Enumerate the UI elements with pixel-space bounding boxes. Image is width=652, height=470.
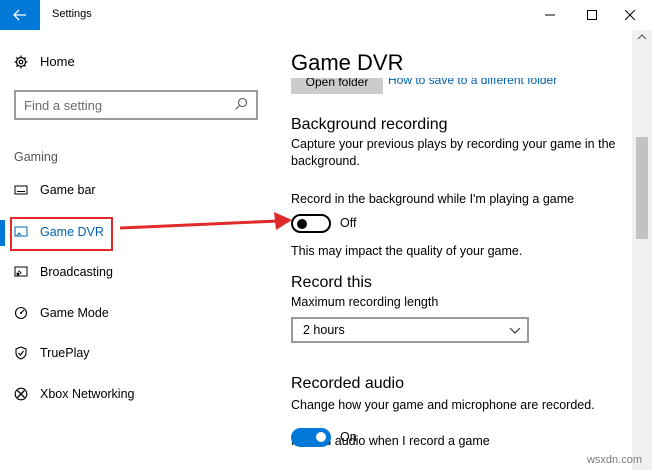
scroll-thumb[interactable]	[636, 137, 648, 239]
max-length-value: 2 hours	[303, 323, 345, 337]
sidebar-item-trueplay[interactable]: TruePlay	[14, 343, 90, 363]
game-bar-icon	[14, 183, 28, 197]
search-input[interactable]	[24, 97, 224, 113]
search-box[interactable]	[14, 90, 258, 120]
background-recording-description: Capture your previous plays by recording…	[291, 137, 616, 168]
scroll-up-icon[interactable]	[636, 32, 648, 42]
folder-row: Open folder How to save to a different f…	[291, 78, 621, 94]
window-title: Settings	[52, 8, 92, 20]
audio-recording-toggle[interactable]	[291, 428, 331, 447]
sidebar-item-label: Game bar	[40, 183, 96, 197]
broadcasting-icon	[14, 265, 28, 279]
gear-icon	[14, 55, 28, 68]
record-this-heading: Record this	[291, 274, 372, 291]
background-toggle-caption: Record in the background while I'm playi…	[291, 192, 575, 206]
background-toggle-state: Off	[340, 216, 357, 230]
sidebar-item-broadcasting[interactable]: Broadcasting	[14, 262, 113, 282]
game-mode-icon	[14, 306, 28, 320]
search-icon	[235, 97, 248, 110]
open-folder-button[interactable]: Open folder	[291, 78, 383, 94]
audio-toggle-caption: Record audio when I record a game	[291, 434, 490, 448]
sidebar-item-label: Game Mode	[40, 306, 109, 320]
trueplay-icon	[14, 346, 28, 360]
watermark: wsxdn.com	[586, 454, 642, 466]
toggle-knob	[316, 432, 326, 442]
xbox-icon	[14, 387, 28, 401]
max-length-label: Maximum recording length	[291, 295, 439, 309]
toggle-knob	[297, 219, 307, 229]
title-bar: Settings	[0, 0, 652, 30]
background-recording-heading: Background recording	[291, 116, 448, 133]
section-label-gaming: Gaming	[14, 150, 58, 164]
selection-indicator	[0, 220, 5, 246]
max-length-select[interactable]: 2 hours	[291, 317, 529, 343]
sidebar-item-home[interactable]: Home	[14, 54, 75, 69]
main-content: Game DVR Open folder How to save to a di…	[275, 30, 652, 470]
sidebar-item-label: Broadcasting	[40, 265, 113, 279]
back-button[interactable]	[0, 0, 40, 30]
close-icon	[625, 10, 635, 20]
recorded-audio-heading: Recorded audio	[291, 375, 404, 392]
minimize-icon	[545, 14, 555, 16]
close-button[interactable]	[608, 0, 652, 30]
recorded-audio-description: Change how your game and microphone are …	[291, 398, 595, 412]
page-title: Game DVR	[291, 50, 404, 75]
back-arrow-icon	[13, 9, 26, 21]
save-folder-link[interactable]: How to save to a different folder	[388, 78, 557, 87]
sidebar-item-label: TruePlay	[40, 346, 90, 360]
sidebar-item-xbox-networking[interactable]: Xbox Networking	[14, 384, 135, 404]
chevron-down-icon	[509, 327, 521, 334]
scrollbar[interactable]	[632, 30, 652, 470]
background-recording-toggle[interactable]	[291, 214, 331, 233]
home-label: Home	[40, 54, 75, 69]
minimize-button[interactable]	[528, 0, 572, 30]
sidebar-item-game-mode[interactable]: Game Mode	[14, 303, 109, 323]
sidebar-item-label: Xbox Networking	[40, 387, 135, 401]
annotation-highlight-box	[10, 217, 113, 251]
sidebar-item-game-bar[interactable]: Game bar	[14, 180, 96, 200]
sidebar: Home Gaming Game bar Game DVR Broadcasti…	[0, 30, 275, 470]
background-recording-note: This may impact the quality of your game…	[291, 244, 523, 258]
maximize-icon	[587, 10, 597, 20]
